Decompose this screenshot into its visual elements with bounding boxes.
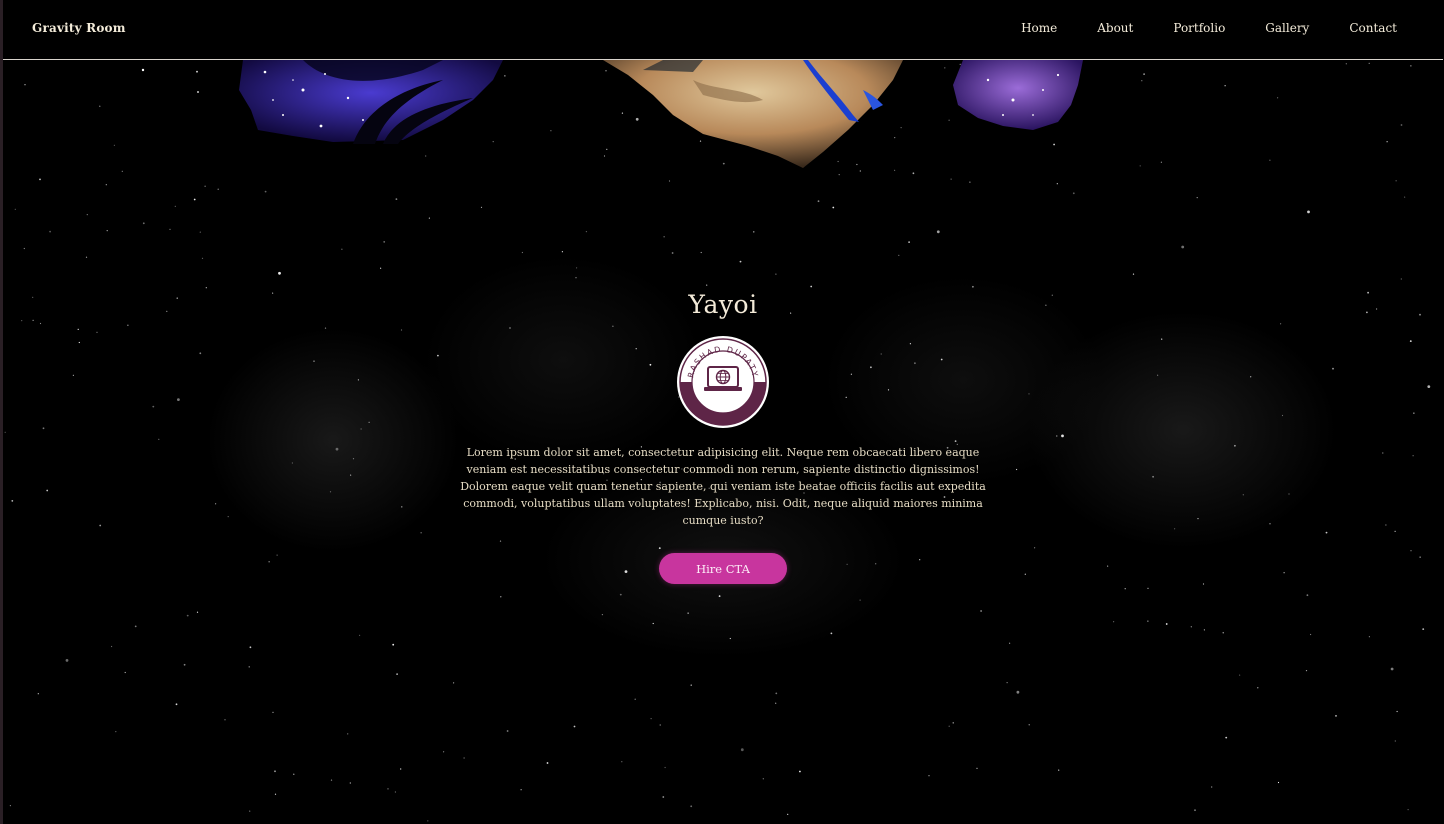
brand-logo-text[interactable]: Gravity Room <box>32 21 126 35</box>
nav-link-gallery[interactable]: Gallery <box>1265 21 1309 35</box>
hire-cta-button[interactable]: Hire CTA <box>659 553 787 584</box>
globe-laptop-icon <box>704 366 742 391</box>
nav-link-about[interactable]: About <box>1097 21 1133 35</box>
top-navbar: Gravity Room Home About Portfolio Galler… <box>3 0 1443 60</box>
brand-badge-logo: RASHAD DUPATY BEYOND YOUR ERA · YOUR WAY <box>673 331 771 430</box>
hero-section: Yayoi RASHAD DUPATY BEYOND YOUR ERA · YO… <box>3 290 1443 584</box>
nav-link-portfolio[interactable]: Portfolio <box>1173 21 1225 35</box>
nav-link-home[interactable]: Home <box>1021 21 1057 35</box>
nav-menu: Home About Portfolio Gallery Contact <box>981 21 1397 35</box>
hero-description: Lorem ipsum dolor sit amet, consectetur … <box>460 446 986 527</box>
nav-link-contact[interactable]: Contact <box>1349 21 1397 35</box>
space-collage-art <box>141 60 1083 168</box>
hero-title: Yayoi <box>688 290 758 319</box>
